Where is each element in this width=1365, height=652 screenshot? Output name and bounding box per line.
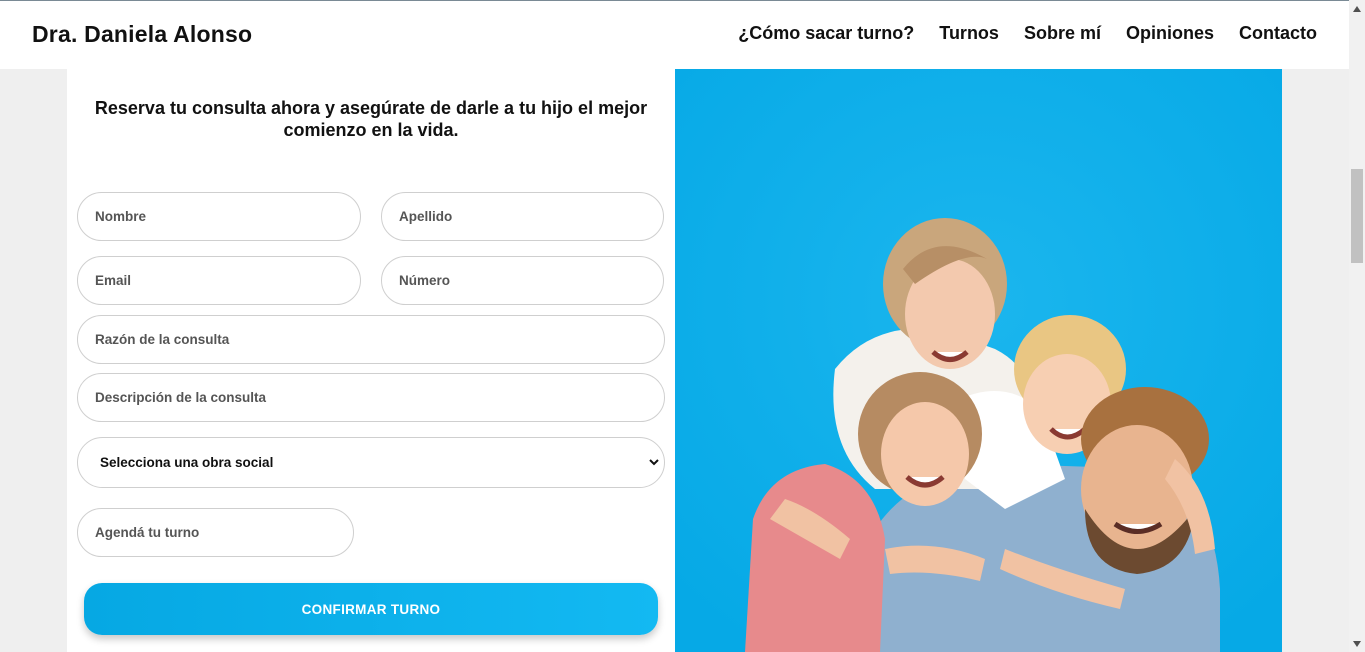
confirm-turno-button[interactable]: CONFIRMAR TURNO — [84, 583, 658, 635]
obra-social-selected-value: Selecciona una obra social — [100, 455, 274, 470]
razon-consulta-input[interactable] — [77, 315, 665, 364]
navbar: Dra. Daniela Alonso ¿Cómo sacar turno? T… — [0, 1, 1349, 69]
apellido-input[interactable] — [381, 192, 664, 241]
nav-link-sobre-mi[interactable]: Sobre mí — [1024, 23, 1101, 44]
booking-form: Reserva tu consulta ahora y asegúrate de… — [67, 69, 675, 652]
scrollbar-thumb[interactable] — [1351, 169, 1363, 263]
email-input[interactable] — [77, 256, 361, 305]
nav-link-opiniones[interactable]: Opiniones — [1126, 23, 1214, 44]
form-heading: Reserva tu consulta ahora y asegúrate de… — [94, 98, 648, 140]
scrollbar[interactable] — [1349, 0, 1365, 652]
family-illustration — [675, 69, 1282, 652]
nav-link-contacto[interactable]: Contacto — [1239, 23, 1317, 44]
nav-link-turnos[interactable]: Turnos — [939, 23, 999, 44]
family-photo — [675, 69, 1282, 652]
obra-social-select[interactable]: Selecciona una obra social — [77, 437, 665, 488]
nav-link-como-sacar-turno[interactable]: ¿Cómo sacar turno? — [738, 23, 914, 44]
numero-input[interactable] — [381, 256, 664, 305]
nav-links: ¿Cómo sacar turno? Turnos Sobre mí Opini… — [738, 23, 1317, 44]
brand-name[interactable]: Dra. Daniela Alonso — [32, 21, 252, 48]
descripcion-consulta-input[interactable] — [77, 373, 665, 422]
agenda-turno-input[interactable] — [77, 508, 354, 557]
arrow-up-icon[interactable] — [1353, 6, 1361, 12]
nombre-input[interactable] — [77, 192, 361, 241]
arrow-down-icon[interactable] — [1353, 641, 1361, 647]
chevron-down-icon — [649, 459, 659, 466]
